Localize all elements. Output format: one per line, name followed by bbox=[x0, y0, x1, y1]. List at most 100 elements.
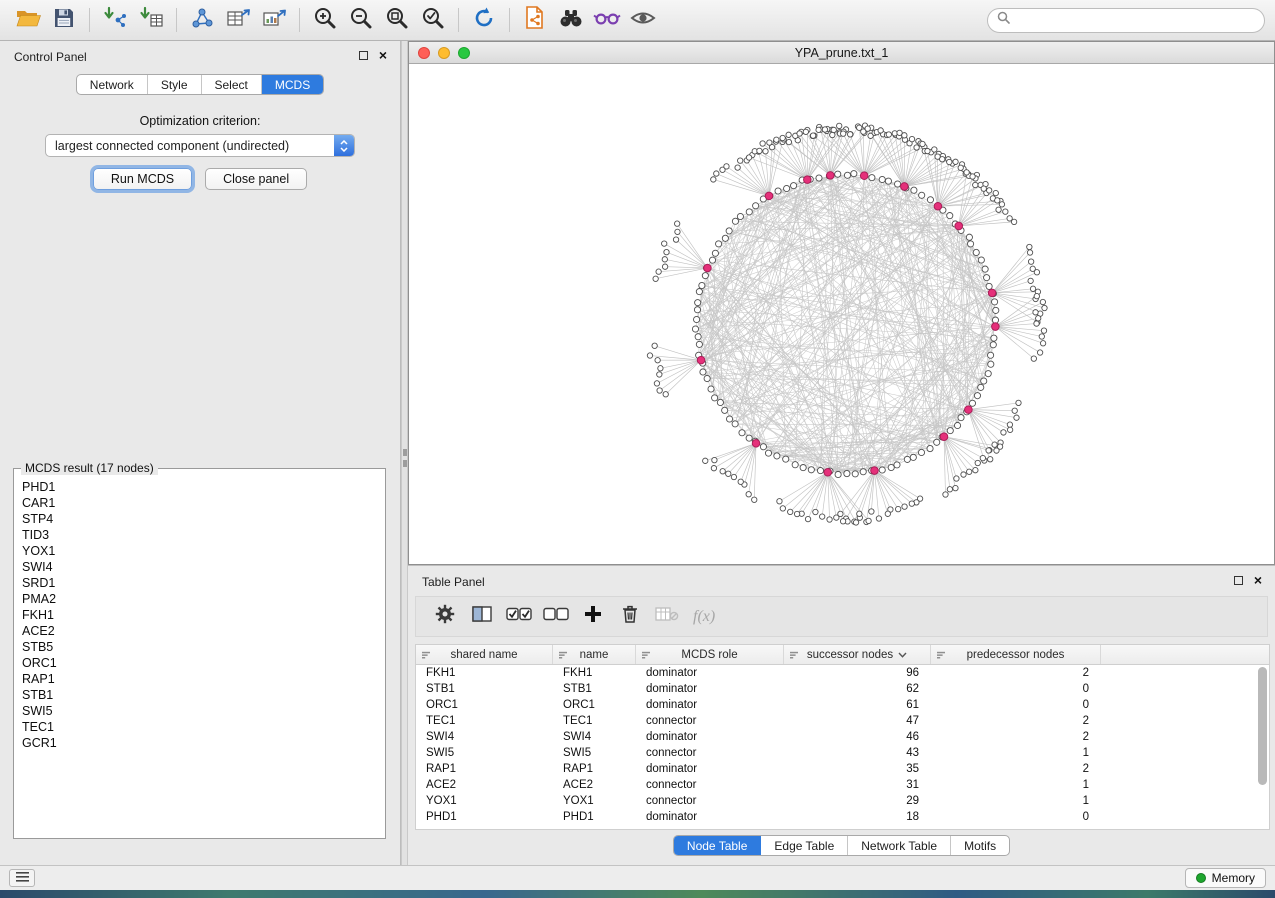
network-node[interactable] bbox=[703, 458, 708, 463]
network-node[interactable] bbox=[712, 250, 718, 256]
network-node[interactable] bbox=[805, 516, 810, 521]
network-node[interactable] bbox=[696, 341, 702, 347]
network-node[interactable] bbox=[995, 198, 1000, 203]
network-node[interactable] bbox=[662, 264, 667, 269]
network-node[interactable] bbox=[980, 455, 985, 460]
network-node[interactable] bbox=[888, 464, 894, 470]
network-node[interactable] bbox=[993, 307, 999, 313]
network-node[interactable] bbox=[752, 497, 757, 502]
network-node[interactable] bbox=[919, 192, 925, 198]
mcds-result-item[interactable]: STP4 bbox=[22, 511, 377, 527]
table-row[interactable]: SWI4SWI4dominator462 bbox=[416, 729, 1269, 745]
network-node[interactable] bbox=[702, 273, 708, 279]
network-node[interactable] bbox=[1012, 408, 1017, 413]
network-node[interactable] bbox=[834, 515, 839, 520]
network-node[interactable] bbox=[712, 395, 718, 401]
network-node[interactable] bbox=[981, 378, 987, 384]
network-node[interactable] bbox=[991, 299, 997, 305]
network-node[interactable] bbox=[663, 392, 668, 397]
network-node[interactable] bbox=[808, 467, 814, 473]
table-settings-button[interactable] bbox=[430, 602, 460, 632]
network-node[interactable] bbox=[699, 282, 705, 288]
network-node[interactable] bbox=[797, 131, 802, 136]
network-node[interactable] bbox=[794, 511, 799, 516]
network-node[interactable] bbox=[961, 472, 966, 477]
new-network-button[interactable] bbox=[184, 5, 220, 36]
network-node[interactable] bbox=[746, 435, 752, 441]
optimization-criterion-select[interactable]: largest connected component (undirected) bbox=[45, 134, 355, 157]
network-node[interactable] bbox=[738, 158, 743, 163]
network-node[interactable] bbox=[1007, 422, 1012, 427]
network-node[interactable] bbox=[927, 445, 933, 451]
mcds-result-item[interactable]: PHD1 bbox=[22, 479, 377, 495]
network-node[interactable] bbox=[909, 136, 914, 141]
network-node[interactable] bbox=[720, 469, 725, 474]
network-node[interactable] bbox=[984, 275, 990, 281]
zoom-fit-button[interactable] bbox=[379, 5, 415, 36]
network-hub-node[interactable] bbox=[955, 222, 963, 230]
network-node[interactable] bbox=[954, 422, 960, 428]
table-row[interactable]: ORC1ORC1dominator610 bbox=[416, 697, 1269, 713]
network-node[interactable] bbox=[953, 485, 958, 490]
network-node[interactable] bbox=[831, 127, 836, 132]
network-node[interactable] bbox=[739, 430, 745, 436]
network-node[interactable] bbox=[714, 171, 719, 176]
network-node[interactable] bbox=[1033, 310, 1038, 315]
network-node[interactable] bbox=[857, 511, 862, 516]
hide-labels-button[interactable] bbox=[589, 5, 625, 36]
network-node[interactable] bbox=[991, 335, 997, 341]
mcds-result-item[interactable]: GCR1 bbox=[22, 735, 377, 751]
network-node[interactable] bbox=[851, 171, 857, 177]
network-node[interactable] bbox=[760, 141, 765, 146]
network-node[interactable] bbox=[716, 241, 722, 247]
network-node[interactable] bbox=[996, 207, 1001, 212]
network-node[interactable] bbox=[800, 464, 806, 470]
zoom-selected-button[interactable] bbox=[415, 5, 451, 36]
run-mcds-button[interactable]: Run MCDS bbox=[93, 168, 192, 190]
network-node[interactable] bbox=[653, 276, 658, 281]
network-node[interactable] bbox=[732, 218, 738, 224]
clone-network-button[interactable] bbox=[517, 5, 553, 36]
network-node[interactable] bbox=[654, 381, 659, 386]
network-node[interactable] bbox=[673, 237, 678, 242]
column-header-predecessor-nodes[interactable]: predecessor nodes bbox=[931, 645, 1101, 664]
network-node[interactable] bbox=[992, 317, 998, 323]
network-node[interactable] bbox=[885, 511, 890, 516]
table-row[interactable]: TEC1TEC1connector472 bbox=[416, 713, 1269, 729]
search-input[interactable] bbox=[1016, 13, 1255, 27]
column-header-name[interactable]: name bbox=[553, 645, 636, 664]
network-node[interactable] bbox=[954, 476, 959, 481]
network-node[interactable] bbox=[953, 159, 958, 164]
network-node[interactable] bbox=[784, 185, 790, 191]
network-node[interactable] bbox=[1027, 244, 1032, 249]
network-node[interactable] bbox=[988, 361, 994, 367]
network-node[interactable] bbox=[986, 448, 991, 453]
mcds-result-item[interactable]: TEC1 bbox=[22, 719, 377, 735]
network-node[interactable] bbox=[835, 471, 841, 477]
network-node[interactable] bbox=[866, 518, 871, 523]
network-node[interactable] bbox=[1027, 250, 1032, 255]
network-hub-node[interactable] bbox=[697, 356, 705, 364]
network-node[interactable] bbox=[1011, 219, 1016, 224]
network-node[interactable] bbox=[711, 177, 716, 182]
network-node[interactable] bbox=[674, 221, 679, 226]
network-node[interactable] bbox=[958, 414, 964, 420]
function-builder-button[interactable]: f(x) bbox=[693, 608, 715, 626]
network-node[interactable] bbox=[817, 467, 823, 473]
network-node[interactable] bbox=[786, 139, 791, 144]
network-node[interactable] bbox=[700, 369, 706, 375]
network-node[interactable] bbox=[894, 181, 900, 187]
window-minimize-button[interactable] bbox=[438, 47, 450, 59]
memory-button[interactable]: Memory bbox=[1185, 868, 1266, 888]
column-header-shared-name[interactable]: shared name bbox=[416, 645, 553, 664]
network-hub-node[interactable] bbox=[824, 468, 832, 476]
network-node[interactable] bbox=[934, 439, 940, 445]
network-node[interactable] bbox=[1016, 400, 1021, 405]
network-node[interactable] bbox=[860, 469, 866, 475]
network-node[interactable] bbox=[1036, 316, 1041, 321]
network-hub-node[interactable] bbox=[992, 323, 1000, 331]
network-node[interactable] bbox=[988, 457, 993, 462]
network-node[interactable] bbox=[774, 137, 779, 142]
network-hub-node[interactable] bbox=[988, 289, 996, 297]
close-panel-icon[interactable]: × bbox=[1254, 575, 1262, 585]
